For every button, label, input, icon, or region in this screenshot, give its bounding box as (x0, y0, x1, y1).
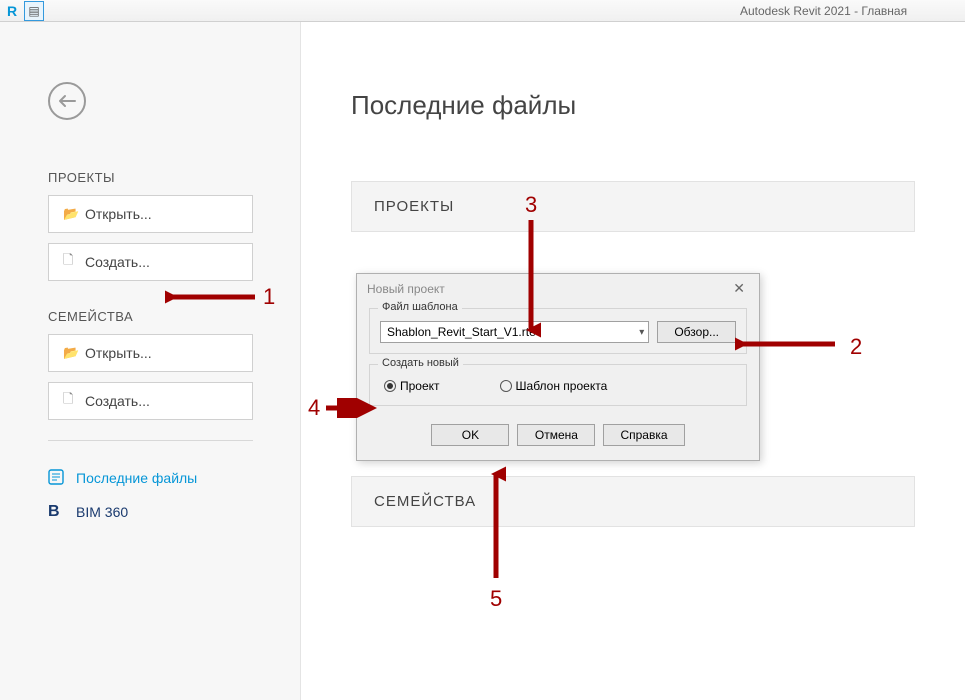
radio-label: Шаблон проекта (516, 379, 608, 393)
button-label: Обзор... (674, 325, 719, 339)
button-label: Открыть... (85, 345, 152, 361)
title-bar: R ▤ Autodesk Revit 2021 - Главная (0, 0, 965, 22)
families-create-button[interactable]: 🗋 Создать... (48, 382, 253, 420)
panel-projects: ПРОЕКТЫ (351, 181, 915, 232)
panel-families: СЕМЕЙСТВА (351, 476, 915, 527)
nav-bim360[interactable]: B BIM 360 (48, 495, 253, 529)
radio-dot-icon (500, 380, 512, 392)
group-create-new: Создать новый Проект Шаблон проекта (369, 364, 747, 406)
page-title: Последние файлы (351, 90, 915, 121)
button-label: Отмена (535, 428, 578, 442)
back-button[interactable] (48, 82, 86, 120)
arrow-left-icon (58, 94, 76, 108)
bim360-icon: B (48, 503, 76, 521)
folder-open-icon: 📂 (63, 345, 85, 361)
document-new-icon: 🗋 (63, 251, 85, 273)
projects-create-button[interactable]: 🗋 Создать... (48, 243, 253, 281)
ok-button[interactable]: OK (431, 424, 509, 446)
cancel-button[interactable]: Отмена (517, 424, 595, 446)
button-label: Открыть... (85, 206, 152, 222)
panel-title: ПРОЕКТЫ (374, 198, 892, 215)
revit-logo-icon: R (2, 1, 22, 21)
button-label: Создать... (85, 254, 150, 270)
button-label: OK (462, 428, 479, 442)
new-project-dialog: Новый проект ✕ Файл шаблона Shablon_Revi… (356, 273, 760, 461)
section-families-label: СЕМЕЙСТВА (48, 309, 272, 324)
radio-label: Проект (400, 379, 440, 393)
sidebar: ПРОЕКТЫ 📂 Открыть... 🗋 Создать... СЕМЕЙС… (0, 22, 301, 700)
dialog-title-text: Новый проект (367, 282, 445, 296)
help-button[interactable]: Справка (603, 424, 684, 446)
button-label: Создать... (85, 393, 150, 409)
button-label: Справка (620, 428, 667, 442)
recent-files-icon (48, 469, 76, 488)
section-projects-label: ПРОЕКТЫ (48, 170, 272, 185)
template-file-select[interactable]: Shablon_Revit_Start_V1.rte ▾ (380, 321, 649, 343)
group-label: Файл шаблона (378, 301, 462, 313)
families-open-button[interactable]: 📂 Открыть... (48, 334, 253, 372)
group-template-file: Файл шаблона Shablon_Revit_Start_V1.rte … (369, 308, 747, 354)
chevron-down-icon: ▾ (639, 327, 644, 338)
radio-dot-icon (384, 380, 396, 392)
folder-open-icon: 📂 (63, 206, 85, 222)
panel-title: СЕМЕЙСТВА (374, 493, 892, 510)
document-new-icon: 🗋 (63, 390, 85, 412)
group-label: Создать новый (378, 357, 463, 369)
projects-open-button[interactable]: 📂 Открыть... (48, 195, 253, 233)
browse-button[interactable]: Обзор... (657, 321, 736, 343)
app-title: Autodesk Revit 2021 - Главная (740, 4, 907, 18)
nav-recent-files[interactable]: Последние файлы (48, 461, 253, 495)
radio-project[interactable]: Проект (384, 379, 440, 393)
radio-project-template[interactable]: Шаблон проекта (500, 379, 608, 393)
dialog-titlebar[interactable]: Новый проект ✕ (357, 274, 759, 304)
nav-label: BIM 360 (76, 504, 128, 520)
nav-label: Последние файлы (76, 470, 197, 486)
divider (48, 440, 253, 441)
home-view-icon[interactable]: ▤ (24, 1, 44, 21)
select-value: Shablon_Revit_Start_V1.rte (387, 325, 536, 339)
close-icon[interactable]: ✕ (727, 278, 751, 299)
